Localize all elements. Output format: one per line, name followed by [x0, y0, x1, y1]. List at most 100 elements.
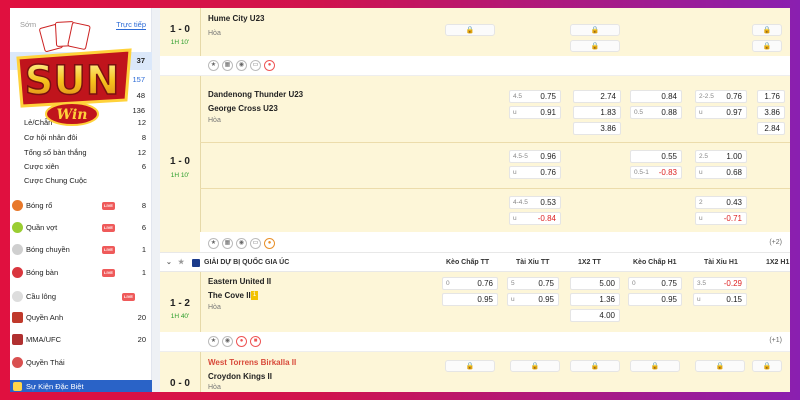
- odds-button[interactable]: 0.55: [630, 150, 682, 163]
- odds-button[interactable]: u 0.68: [695, 166, 747, 179]
- odds-button[interactable]: 4.00: [570, 309, 620, 322]
- odds-button[interactable]: 1.36: [570, 293, 620, 306]
- sidebar-subitem[interactable]: Tổng số bàn thắng 12: [10, 146, 152, 160]
- odds-value: 0.97: [726, 108, 742, 117]
- sport-label: Bóng bàn: [26, 268, 59, 277]
- odds-button[interactable]: 0.84: [630, 90, 682, 103]
- odds-value: 0.15: [726, 295, 742, 304]
- sidebar: Sớm Trực tiếp 37 157 48 136 Lẻ/Chẵn 12 Cơ…: [10, 8, 152, 392]
- table-tennis-icon: [12, 267, 23, 278]
- draw-label: Hòa: [208, 30, 221, 37]
- odds-button[interactable]: 2-2.5 0.76: [695, 90, 747, 103]
- match-list: 1 - 0 1H 10' Hume City U23 Hòa 🔒 🔒 🔒 🔒 🔒…: [160, 8, 790, 392]
- sidebar-subitem[interactable]: Cược xiên 6: [10, 160, 152, 174]
- eye-icon[interactable]: ◉: [222, 336, 233, 347]
- sidebar-sport-muay-thai[interactable]: Quyền Thái: [10, 352, 152, 374]
- live-badge: LIVE: [122, 293, 135, 301]
- odds-value: 0.95: [661, 295, 677, 304]
- league-header[interactable]: ⌄ ★ GIẢI DỰ BỊ QUỐC GIA ÚC Kèo Chấp TT T…: [160, 252, 790, 272]
- playing-cards-icon: [39, 21, 91, 52]
- tv-icon[interactable]: ▭: [250, 60, 261, 71]
- odds-button[interactable]: 3.86: [757, 106, 785, 119]
- odds-value: 2.84: [764, 124, 780, 133]
- odds-button[interactable]: u -0.84: [509, 212, 561, 225]
- odds-button[interactable]: 0 0.75: [628, 277, 682, 290]
- odds-button[interactable]: 4-4.5 0.53: [509, 196, 561, 209]
- team-name[interactable]: Hume City U23: [208, 14, 264, 23]
- eye-icon[interactable]: ◉: [236, 238, 247, 249]
- column-header: Kèo Chấp TT: [446, 259, 490, 266]
- box-icon[interactable]: ■: [250, 336, 261, 347]
- live-badge: LIVE: [102, 269, 115, 277]
- odds-button[interactable]: 4.5-5 0.96: [509, 150, 561, 163]
- team-name[interactable]: George Cross U23: [208, 104, 278, 113]
- odds-value: 0.68: [726, 168, 742, 177]
- odds-button[interactable]: 5 0.75: [507, 277, 559, 290]
- odds-button[interactable]: 2.5 1.00: [695, 150, 747, 163]
- sidebar-sport-badminton[interactable]: Cầu lông LIVE: [10, 286, 152, 308]
- star-icon[interactable]: ★: [208, 60, 219, 71]
- sidebar-sport-volleyball[interactable]: Bóng chuyền LIVE 1: [10, 239, 152, 261]
- odds-button[interactable]: u 0.91: [509, 106, 561, 119]
- sidebar-count: 37: [136, 56, 145, 65]
- special-events-button[interactable]: Sự Kiện Đặc Biệt: [10, 380, 152, 392]
- odds-button[interactable]: 2.74: [573, 90, 621, 103]
- flame-icon[interactable]: ●: [236, 336, 247, 347]
- tv-icon[interactable]: ▭: [250, 238, 261, 249]
- odds-handicap: 2.5: [699, 153, 709, 160]
- team-name[interactable]: Eastern United II: [208, 277, 271, 286]
- odds-value: 2.74: [600, 92, 616, 101]
- team-name[interactable]: The Cove II: [208, 291, 251, 300]
- sport-count: 6: [141, 223, 146, 232]
- team-name[interactable]: West Torrens Birkalla II: [208, 358, 296, 367]
- odds-button[interactable]: 1.76: [757, 90, 785, 103]
- sport-label: Quyền Anh: [26, 313, 64, 322]
- odds-handicap: 0.5-1: [634, 169, 649, 176]
- draw-label: Hòa: [208, 384, 221, 391]
- odds-button[interactable]: 3.5 -0.29: [693, 277, 747, 290]
- odds-handicap: 4.5: [513, 93, 523, 100]
- sidebar-sport-mma[interactable]: MMA/UFC 20: [10, 329, 152, 351]
- odds-button[interactable]: u 0.76: [509, 166, 561, 179]
- odds-button[interactable]: 0 0.76: [442, 277, 498, 290]
- stats-icon[interactable]: ▦: [222, 238, 233, 249]
- chevron-down-icon[interactable]: ⌄: [166, 253, 172, 273]
- sport-count: 1: [141, 268, 146, 277]
- star-icon[interactable]: ★: [208, 336, 219, 347]
- more-markets-button[interactable]: (+1): [769, 337, 782, 344]
- sidebar-sport-boxing[interactable]: Quyền Anh 20: [10, 307, 152, 329]
- odds-button[interactable]: u 0.97: [695, 106, 747, 119]
- odds-button[interactable]: 0.5-1 -0.83: [630, 166, 682, 179]
- odds-button[interactable]: 2 0.43: [695, 196, 747, 209]
- team-name[interactable]: Dandenong Thunder U23: [208, 90, 303, 99]
- odds-button[interactable]: 4.5 0.75: [509, 90, 561, 103]
- match-row: 1 - 0 1H 10' Dandenong Thunder U23 Georg…: [160, 76, 790, 256]
- odds-button[interactable]: u -0.71: [695, 212, 747, 225]
- odds-handicap: 0: [446, 280, 450, 287]
- flame-icon[interactable]: ●: [264, 60, 275, 71]
- odds-button[interactable]: 5.00: [570, 277, 620, 290]
- odds-button[interactable]: 2.84: [757, 122, 785, 135]
- odds-button[interactable]: 0.5 0.88: [630, 106, 682, 119]
- star-icon[interactable]: ★: [208, 238, 219, 249]
- odds-button[interactable]: u 0.95: [507, 293, 559, 306]
- match-actions: ★ ◉ ● ■ (+1): [160, 332, 790, 352]
- sidebar-sport-table-tennis[interactable]: Bóng bàn LIVE 1: [10, 262, 152, 284]
- odds-value: 3.86: [764, 108, 780, 117]
- odds-button[interactable]: 0.95: [442, 293, 498, 306]
- locked-odds: 🔒: [695, 360, 745, 372]
- star-icon[interactable]: ★: [178, 253, 184, 273]
- sidebar-sport-basketball[interactable]: Bóng rổ LIVE 8: [10, 195, 152, 217]
- odds-button[interactable]: u 0.15: [693, 293, 747, 306]
- more-markets-button[interactable]: (+2): [769, 239, 782, 246]
- odds-button[interactable]: 3.86: [573, 122, 621, 135]
- sidebar-sport-tennis[interactable]: Quần vợt LIVE 6: [10, 217, 152, 239]
- sidebar-subitem[interactable]: Cược Chung Cuộc: [10, 174, 152, 188]
- eye-icon[interactable]: ◉: [236, 60, 247, 71]
- locked-odds: 🔒: [752, 360, 782, 372]
- odds-button[interactable]: 1.83: [573, 106, 621, 119]
- team-name[interactable]: Croydon Kings II: [208, 372, 272, 381]
- timer-icon[interactable]: ●: [264, 238, 275, 249]
- odds-button[interactable]: 0.95: [628, 293, 682, 306]
- stats-icon[interactable]: ▦: [222, 60, 233, 71]
